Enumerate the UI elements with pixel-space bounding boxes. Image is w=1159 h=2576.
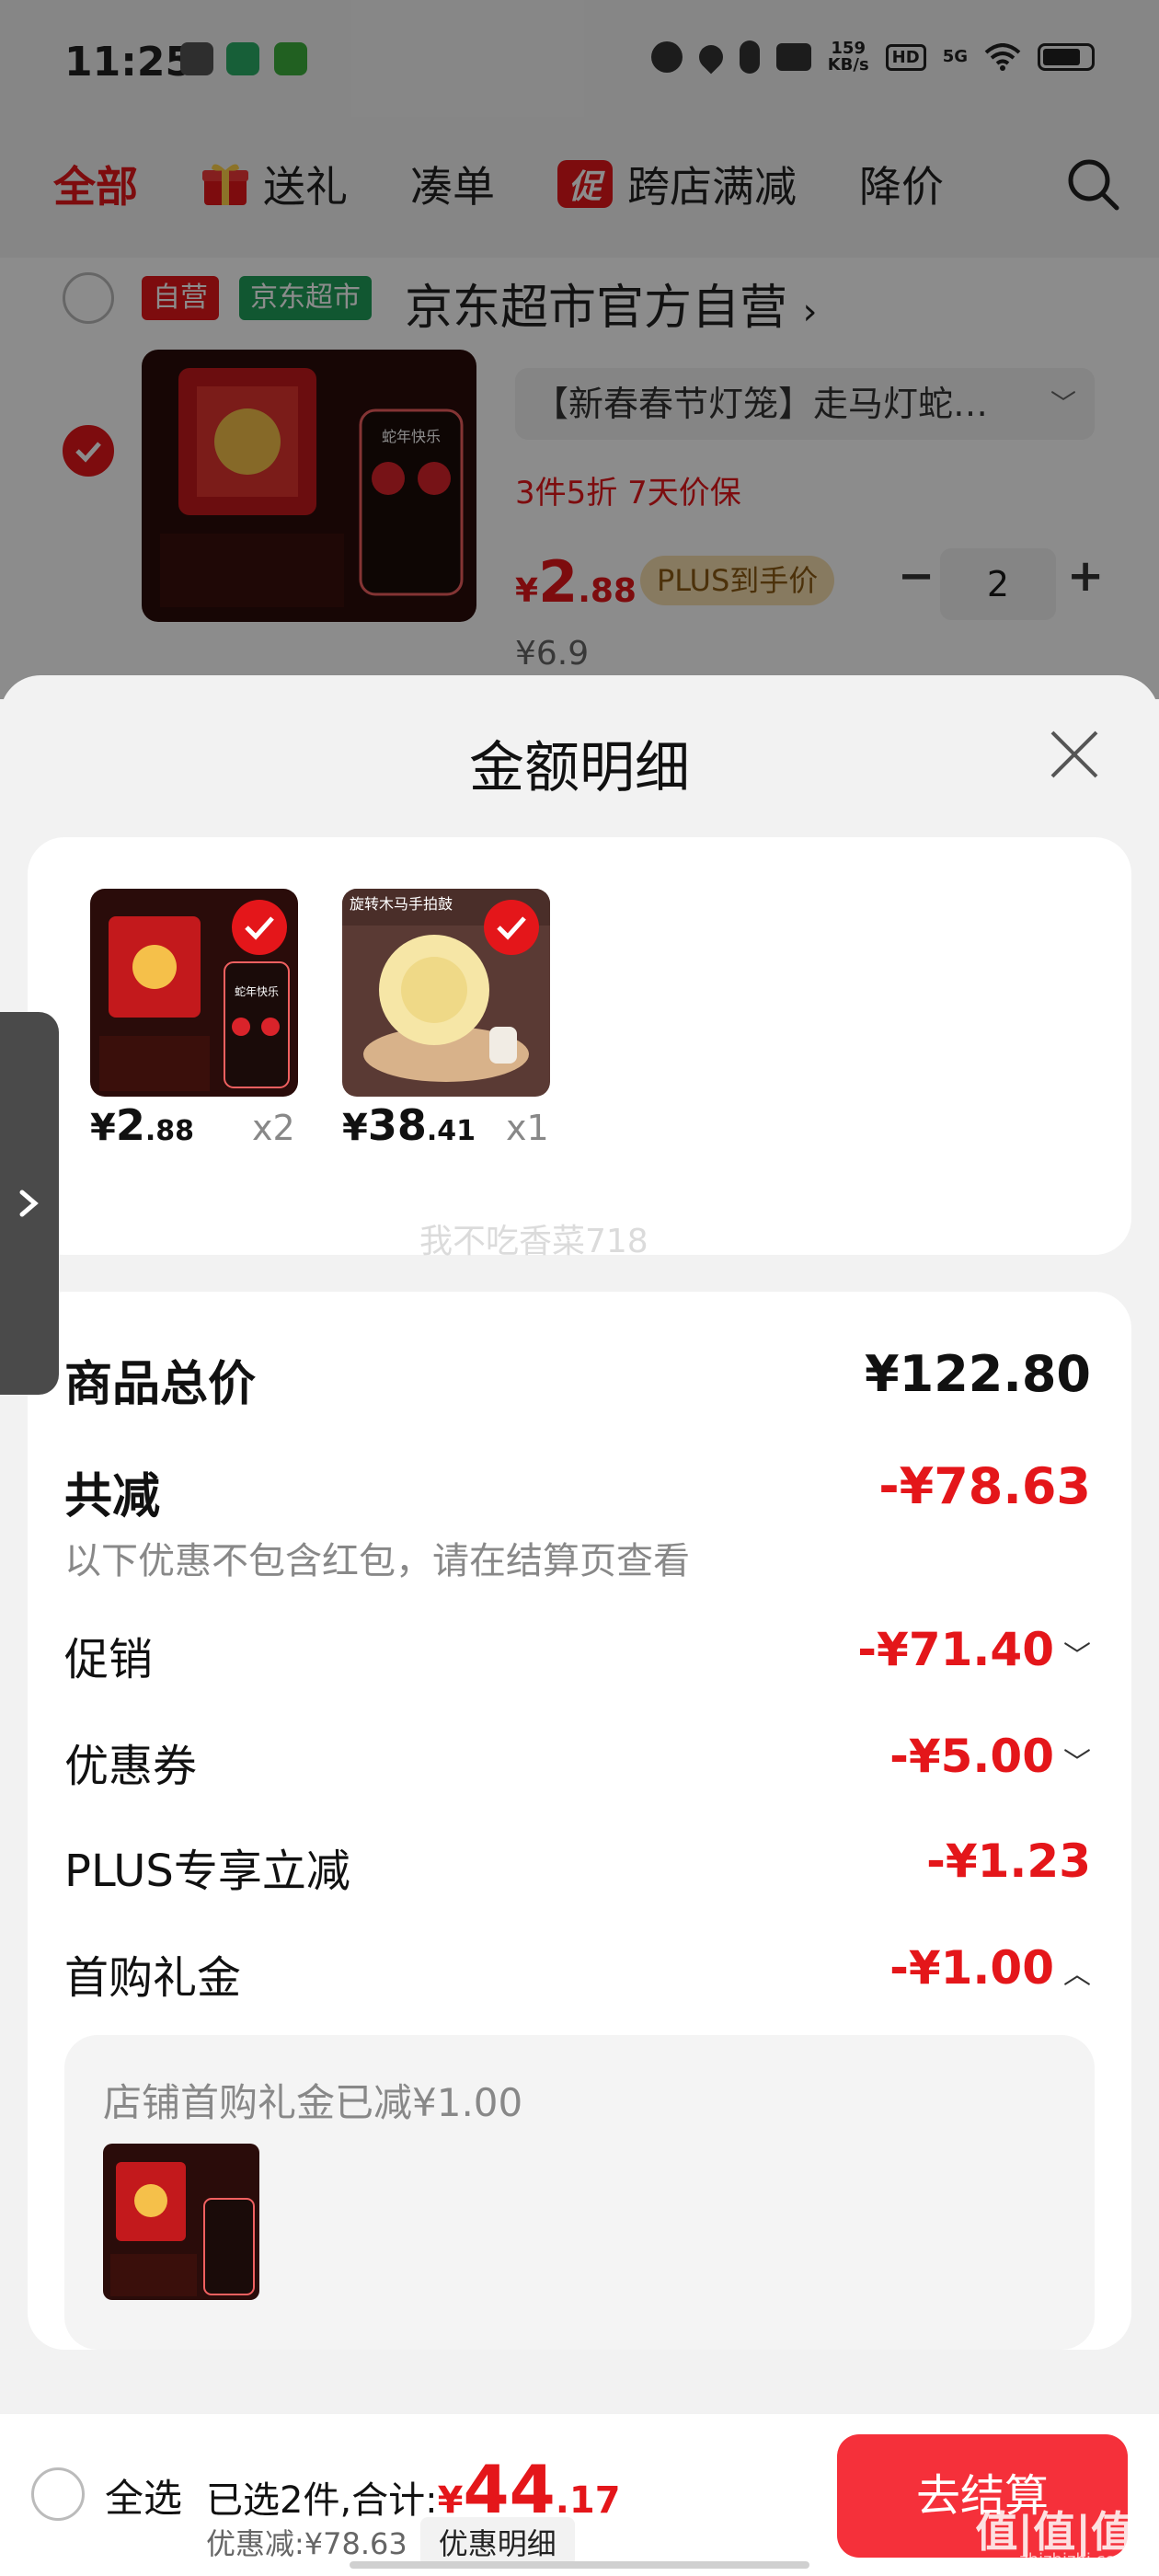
price-breakdown-card: 商品总价 ¥122.80 共减 -¥78.63 以下优惠不包含红包，请在结算页查… — [28, 1292, 1131, 2350]
chevron-up-icon: ︿ — [1063, 1958, 1091, 1991]
discount-value: -¥78.63 — [878, 1457, 1091, 1515]
saving-summary: 优惠减:¥78.63 优惠明细 — [206, 2517, 575, 2567]
product-image: 蛇年快乐 — [90, 889, 298, 1097]
drum-caption: 旋转木马手拍鼓 — [350, 895, 453, 913]
chevron-down-icon: ﹀ — [1063, 1746, 1091, 1779]
user-watermark: 我不吃香菜718 — [419, 1223, 648, 1260]
discount-label: 共减 — [64, 1469, 161, 1524]
product-price: ¥2.88 — [90, 1100, 195, 1150]
coupon-label: 优惠券 — [64, 1741, 198, 1792]
product-quantity: x2 — [252, 1108, 295, 1148]
chevron-down-icon: ﹀ — [1063, 1639, 1091, 1673]
site-watermark-url: zhizhizhi.com — [1019, 2550, 1131, 2570]
selected-check-icon — [232, 900, 287, 955]
selected-check-icon — [484, 900, 539, 955]
select-all-checkbox[interactable] — [31, 2467, 85, 2521]
product-quantity: x1 — [506, 1108, 549, 1148]
selected-products-card: 蛇年快乐 ¥2.88 x2 旋转木马手拍鼓 ¥38.41 x1 — [28, 837, 1131, 1255]
coupon-row-toggle[interactable]: -¥5.00 ﹀ — [889, 1730, 1091, 1783]
amount-detail-sheet: 金额明细 蛇年快乐 ¥2.88 x2 旋转木马手拍鼓 ¥38.41 x1 我不吃… — [0, 675, 1159, 2414]
product-thumb[interactable]: 蛇年快乐 — [90, 889, 298, 1097]
product-price: ¥38.41 — [342, 1100, 476, 1150]
gift-product-image — [103, 2144, 259, 2300]
promotion-row-toggle[interactable]: -¥71.40 ﹀ — [857, 1623, 1091, 1676]
total-price-label: 商品总价 — [64, 1357, 257, 1412]
first-purchase-gift-label: 首购礼金 — [64, 1952, 242, 2004]
home-indicator[interactable] — [350, 2561, 809, 2569]
product-thumb[interactable]: 旋转木马手拍鼓 — [342, 889, 550, 1097]
plus-discount-label: PLUS专享立减 — [64, 1846, 350, 1897]
sheet-title: 金额明细 — [469, 736, 690, 800]
promotion-label: 促销 — [64, 1634, 154, 1685]
gift-note: 店铺首购礼金已减¥1.00 — [103, 2080, 523, 2125]
total-price-value: ¥122.80 — [865, 1345, 1091, 1403]
chevron-right-icon — [19, 1190, 39, 1217]
checkout-bar: 全选 已选2件,合计:¥44.17 优惠减:¥78.63 优惠明细 去结算 值|值… — [0, 2414, 1159, 2576]
discount-note: 以下优惠不包含红包，请在结算页查看 — [64, 1540, 690, 1582]
cart-page-background: 11:25 159 KB/s HD 5G 全部 送礼 凑单 促 跨店满减 降价 … — [0, 0, 1159, 699]
first-purchase-gift-detail: 店铺首购礼金已减¥1.00 — [64, 2035, 1095, 2350]
select-all-label[interactable]: 全选 — [105, 2467, 182, 2524]
first-purchase-gift-toggle[interactable]: -¥1.00 ︿ — [889, 1941, 1091, 1995]
side-drawer-handle[interactable] — [0, 1012, 59, 1395]
lantern-image — [103, 2144, 259, 2300]
discount-detail-button[interactable]: 优惠明细 — [419, 2517, 575, 2567]
close-icon[interactable] — [1045, 725, 1104, 784]
modal-overlay[interactable] — [0, 0, 1159, 699]
product-image: 旋转木马手拍鼓 — [342, 889, 550, 1097]
plus-discount-value: -¥1.23 — [926, 1834, 1091, 1888]
lantern-caption: 蛇年快乐 — [235, 984, 279, 998]
